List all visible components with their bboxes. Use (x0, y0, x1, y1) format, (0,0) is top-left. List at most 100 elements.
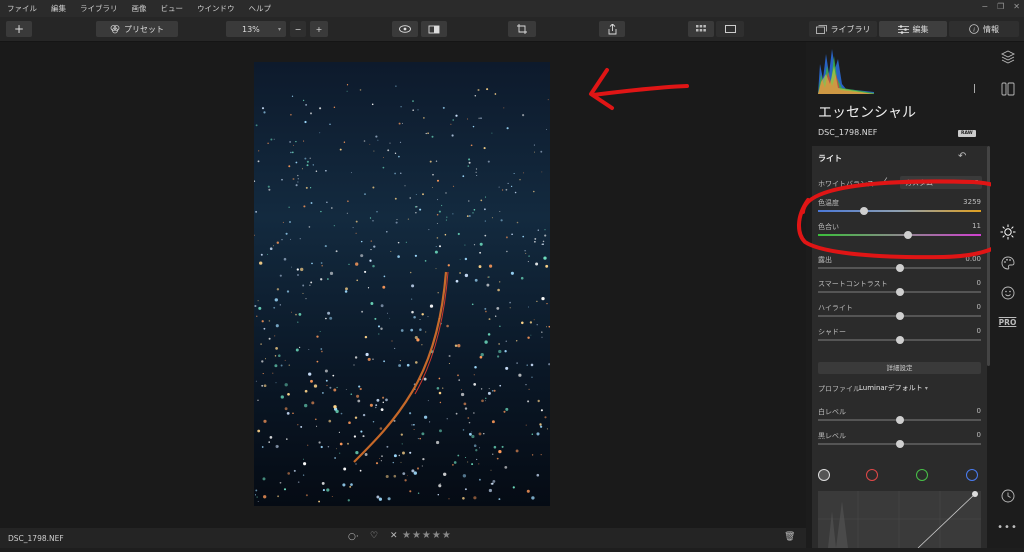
menu-image[interactable]: 画像 (125, 3, 154, 14)
canvas-icon[interactable] (991, 82, 1024, 96)
share-button[interactable] (599, 21, 625, 37)
single-image-icon (724, 25, 736, 33)
night-city-photo (254, 62, 550, 506)
reset-icon[interactable]: ↶ (958, 151, 966, 162)
chevron-down-icon: ▾ (277, 25, 281, 33)
presets-button[interactable]: プリセット (96, 21, 178, 37)
light-section-title: ライト (818, 154, 842, 163)
status-filename: DSC_1798.NEF (8, 533, 64, 543)
annotation-circle (797, 179, 1021, 260)
panel-filename: DSC_1798.NEF (818, 128, 878, 137)
slider-track[interactable] (818, 264, 981, 272)
toolbar: + プリセット 13% ▾ − + ライブラリ 編集 i 情報 (0, 17, 1024, 42)
zoom-in-button[interactable]: + (310, 21, 328, 37)
preview-button[interactable] (392, 21, 418, 37)
raw-badge: RAW (958, 130, 976, 137)
minimize-icon[interactable]: − (981, 2, 988, 11)
menu-bar: ファイル 編集 ライブラリ 画像 ビュー ウインドウ ヘルプ − ❐ ✕ (0, 0, 1024, 17)
curve-channel-button[interactable] (866, 469, 878, 481)
zoom-select[interactable]: 13% ▾ (226, 21, 286, 37)
profile-label: プロファイル (818, 385, 860, 393)
slider-label: シャドー (818, 328, 846, 336)
face-icon[interactable] (991, 286, 1024, 300)
eye-icon (399, 25, 411, 33)
panel-title: エッセンシャル (818, 105, 916, 121)
detail-settings-button[interactable]: 詳細設定 (818, 362, 981, 374)
slider-knob[interactable] (895, 288, 904, 296)
slider-track[interactable] (818, 336, 981, 344)
level-knob[interactable] (895, 416, 904, 424)
status-bar: DSC_1798.NEF ○· ♡ ✕ ★★★★★ 🗑 (0, 528, 806, 548)
crop-button[interactable] (508, 21, 536, 37)
close-icon[interactable]: ✕ (1013, 2, 1020, 11)
svg-text:i: i (973, 27, 975, 34)
slider-value[interactable]: 0 (951, 327, 981, 335)
level-label: 黒レベル (818, 432, 846, 440)
slider-knob[interactable] (895, 264, 904, 272)
annotation-arrow (589, 68, 689, 110)
presets-label: プリセット (124, 24, 164, 34)
curve-channel-button[interactable] (966, 469, 978, 481)
chevron-down-icon: ▾ (924, 385, 928, 392)
photo-preview[interactable] (254, 62, 550, 506)
color-label-icon[interactable]: ○· (348, 532, 359, 542)
level-knob[interactable] (895, 440, 904, 448)
grid-view-button[interactable] (688, 21, 714, 37)
slider-knob[interactable] (895, 312, 904, 320)
slider-track[interactable] (818, 312, 981, 320)
level-label: 白レベル (818, 408, 846, 416)
compare-button[interactable] (421, 21, 447, 37)
edit-panel: エッセンシャル DSC_1798.NEF RAW ライト ↶ ホワイトバランス … (806, 42, 991, 549)
zoom-out-button[interactable]: − (290, 21, 306, 37)
tab-info[interactable]: i 情報 (949, 21, 1019, 37)
slider-value[interactable]: 0 (951, 303, 981, 311)
heart-icon[interactable]: ♡ (370, 531, 378, 541)
menu-view[interactable]: ビュー (154, 3, 191, 14)
histogram-marker (974, 84, 975, 93)
profile-select[interactable]: Luminarデフォルト ▾ (859, 383, 928, 393)
trash-icon[interactable]: 🗑 (784, 532, 795, 542)
history-icon[interactable] (991, 489, 1024, 503)
palette-icon[interactable] (991, 256, 1024, 270)
slider-value[interactable]: 0 (951, 279, 981, 287)
slider-track[interactable] (818, 288, 981, 296)
restore-icon[interactable]: ❐ (997, 2, 1004, 11)
crop-icon (517, 24, 527, 34)
curve-channel-button[interactable] (818, 469, 830, 481)
tab-edit[interactable]: 編集 (879, 21, 947, 37)
compare-icon (428, 25, 440, 33)
single-view-button[interactable] (716, 21, 744, 37)
tab-library-label: ライブラリ (830, 24, 871, 34)
sun-icon[interactable] (991, 224, 1024, 240)
sliders-icon (897, 24, 909, 34)
curve-channel-button[interactable] (916, 469, 928, 481)
grid-icon (696, 25, 706, 32)
menu-edit[interactable]: 編集 (44, 3, 73, 14)
library-icon (815, 24, 827, 34)
presets-icon (110, 25, 120, 34)
tone-curve-graph (818, 491, 981, 549)
level-track[interactable] (818, 416, 981, 424)
more-icon[interactable]: ••• (991, 522, 1024, 533)
level-value[interactable]: 0 (951, 407, 981, 415)
slider-label: スマートコントラスト (818, 280, 888, 288)
level-value[interactable]: 0 (951, 431, 981, 439)
histogram (818, 49, 874, 94)
add-button[interactable]: + (6, 21, 32, 37)
menu-library[interactable]: ライブラリ (73, 3, 125, 14)
slider-knob[interactable] (895, 336, 904, 344)
reject-icon[interactable]: ✕ (390, 531, 398, 541)
profile-value: Luminarデフォルト (859, 384, 923, 392)
menu-help[interactable]: ヘルプ (242, 3, 279, 14)
level-track[interactable] (818, 440, 981, 448)
layers-icon[interactable] (991, 50, 1024, 64)
menu-file[interactable]: ファイル (0, 3, 44, 14)
menu-window[interactable]: ウインドウ (190, 3, 242, 14)
tab-library[interactable]: ライブラリ (809, 21, 877, 37)
tone-curve[interactable] (818, 491, 981, 549)
tab-edit-label: 編集 (912, 24, 929, 34)
zoom-value: 13% (242, 24, 260, 34)
star-rating[interactable]: ★★★★★ (402, 530, 452, 541)
pro-tools-icon[interactable]: PRO (991, 318, 1024, 327)
info-icon: i (969, 24, 979, 34)
